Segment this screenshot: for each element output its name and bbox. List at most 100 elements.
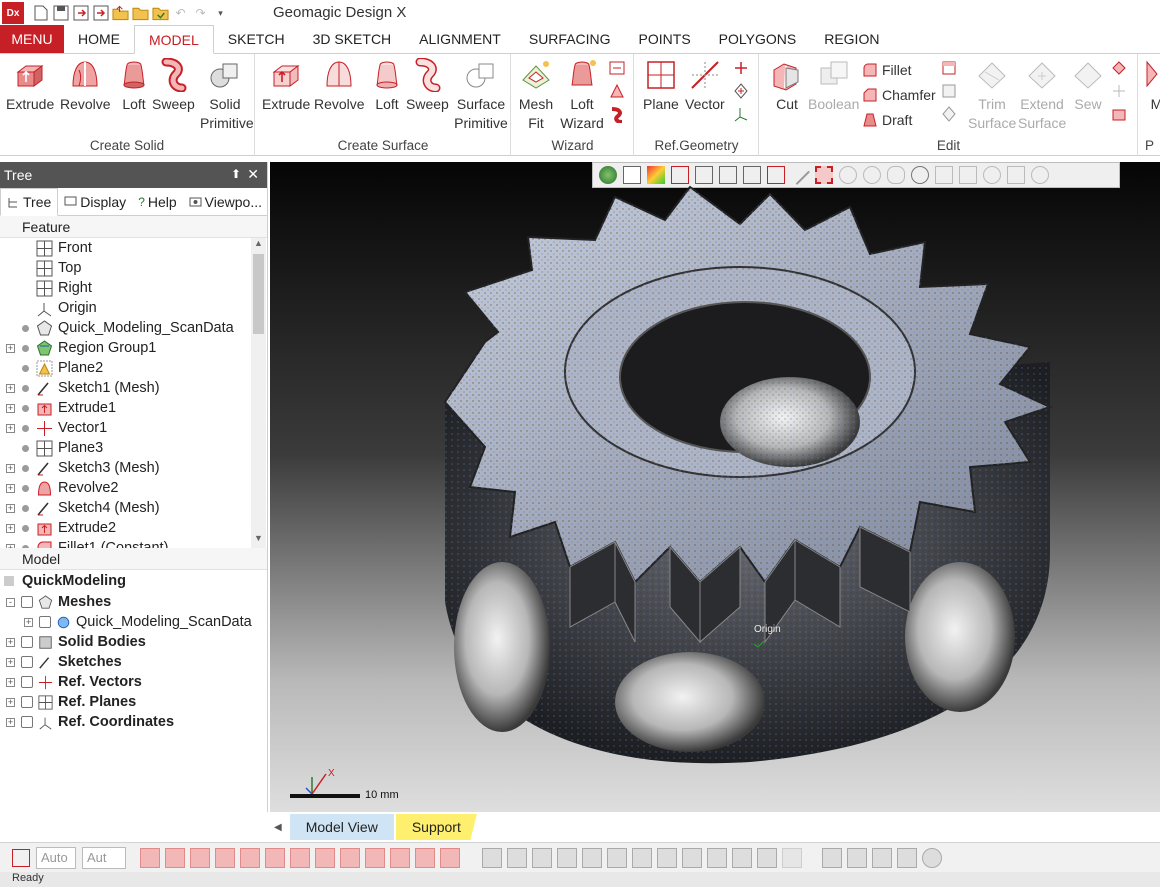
solid-loft-button[interactable]: Loft	[117, 58, 151, 114]
tab-model-view[interactable]: Model View	[289, 814, 394, 840]
expand-toggle-icon[interactable]: +	[6, 657, 15, 667]
qat-dropdown-icon[interactable]: ▾	[212, 5, 229, 22]
expand-toggle-icon[interactable]: +	[6, 717, 15, 727]
render-mesh-icon[interactable]	[507, 847, 527, 868]
show-vertices-icon[interactable]	[315, 847, 335, 868]
measure-area-icon[interactable]	[897, 847, 917, 868]
edit-small-2-icon[interactable]	[940, 82, 958, 100]
edit-small-5-icon[interactable]	[1110, 82, 1128, 100]
surface-primitive-button[interactable]: Surface Primitive	[452, 58, 510, 133]
feature-tree-item[interactable]: Top	[0, 258, 267, 278]
visibility-eye-icon[interactable]	[21, 636, 33, 648]
feature-tree-item[interactable]: Origin	[0, 298, 267, 318]
visibility-dot-icon[interactable]	[22, 324, 29, 332]
wizard-small-2-icon[interactable]	[608, 82, 626, 100]
selection-filter-1[interactable]: Auto	[36, 846, 76, 869]
surface-revolve-button[interactable]: Revolve	[314, 58, 365, 114]
tab-surfacing[interactable]: SURFACING	[515, 25, 625, 53]
model-tree-item[interactable]: + Ref. Planes	[0, 692, 267, 712]
edit-small-4-icon[interactable]	[1110, 59, 1128, 77]
model-tree-item[interactable]: + Quick_Modeling_ScanData	[0, 612, 267, 632]
edit-small-3-icon[interactable]	[940, 105, 958, 123]
tab-model[interactable]: MODEL	[134, 25, 214, 54]
extend-surface-button[interactable]: Extend Surface	[1018, 58, 1066, 133]
model-root[interactable]: QuickModeling	[0, 570, 267, 592]
measure-distance-icon[interactable]	[822, 847, 842, 868]
show-vectors-icon[interactable]	[340, 847, 360, 868]
tab-home[interactable]: HOME	[64, 25, 134, 53]
selection-filter-2[interactable]: Aut	[82, 846, 126, 869]
tab-sketch[interactable]: SKETCH	[214, 25, 299, 53]
vector-button[interactable]: Vector	[685, 58, 725, 114]
show-points-icon[interactable]	[190, 847, 210, 868]
render-shaded-icon[interactable]	[482, 847, 502, 868]
visibility-dot-icon[interactable]	[22, 504, 29, 512]
folder-save-icon[interactable]	[152, 5, 169, 22]
expand-toggle-icon[interactable]: +	[6, 677, 15, 687]
tab-alignment[interactable]: ALIGNMENT	[405, 25, 515, 53]
show-coordinates-icon[interactable]	[390, 847, 410, 868]
visibility-dot-icon[interactable]	[22, 384, 29, 392]
render-wire-icon[interactable]	[532, 847, 552, 868]
plane-button[interactable]: Plane	[643, 58, 679, 114]
render-hidden-icon[interactable]	[607, 847, 627, 868]
feature-tree-scrollbar[interactable]: ▲ ▼	[251, 238, 266, 548]
feature-tree-item[interactable]: + Sketch1 (Mesh)	[0, 378, 267, 398]
render-clip-icon[interactable]	[707, 847, 727, 868]
trim-surface-button[interactable]: Trim Surface	[968, 58, 1016, 133]
feature-tree-item[interactable]: Quick_Modeling_ScanData	[0, 318, 267, 338]
new-file-icon[interactable]	[32, 5, 49, 22]
model-tree-item[interactable]: + Sketches	[0, 652, 267, 672]
model-tree-item[interactable]: + Ref. Coordinates	[0, 712, 267, 732]
visibility-dot-icon[interactable]	[22, 464, 29, 472]
visibility-dot-icon[interactable]	[22, 424, 29, 432]
subtab-display[interactable]: Display	[58, 188, 132, 216]
show-curves-icon[interactable]	[290, 847, 310, 868]
scroll-up-icon[interactable]: ▲	[251, 238, 266, 253]
feature-tree-item[interactable]: + Extrude1	[0, 398, 267, 418]
undo-icon[interactable]: ↶	[172, 5, 189, 22]
ref-point-icon[interactable]	[732, 59, 750, 77]
render-edges-icon[interactable]	[582, 847, 602, 868]
mesh-fit-button[interactable]: Mesh Fit	[518, 58, 554, 133]
tab-region[interactable]: REGION	[810, 25, 893, 53]
loft-wizard-button[interactable]: Loft Wizard	[560, 58, 604, 133]
render-disabled-icon[interactable]	[782, 847, 802, 868]
tab-menu[interactable]: MENU	[0, 25, 64, 53]
surface-extrude-button[interactable]: Extrude	[262, 58, 310, 114]
close-icon[interactable]: ✕	[247, 166, 259, 183]
feature-tree-item[interactable]: Front	[0, 238, 267, 258]
render-section-icon[interactable]	[682, 847, 702, 868]
model-tree-item[interactable]: - Meshes	[0, 592, 267, 612]
pin-icon[interactable]: ⬆	[231, 167, 241, 181]
expand-toggle-icon[interactable]: +	[24, 617, 33, 627]
solid-primitive-button[interactable]: Solid Primitive	[200, 58, 254, 133]
feature-tree-item[interactable]: + Extrude2	[0, 518, 267, 538]
visibility-dot-icon[interactable]	[22, 444, 29, 452]
feature-tree-item[interactable]: Right	[0, 278, 267, 298]
wizard-small-1-icon[interactable]	[608, 59, 626, 77]
open-folder-icon[interactable]	[112, 5, 129, 22]
expand-toggle-icon[interactable]: +	[6, 343, 15, 353]
expand-toggle-icon[interactable]: +	[6, 483, 15, 493]
render-transparent-icon[interactable]	[632, 847, 652, 868]
model-tree-item[interactable]: + Solid Bodies	[0, 632, 267, 652]
expand-toggle-icon[interactable]: +	[6, 423, 15, 433]
feature-tree-item[interactable]: + Sketch4 (Mesh)	[0, 498, 267, 518]
solid-extrude-button[interactable]: Extrude	[6, 58, 54, 114]
folder-icon[interactable]	[132, 5, 149, 22]
scroll-down-icon[interactable]: ▼	[251, 533, 266, 548]
show-dimensions-icon[interactable]	[415, 847, 435, 868]
save-icon[interactable]	[52, 5, 69, 22]
visibility-eye-icon[interactable]	[21, 676, 33, 688]
visibility-eye-icon[interactable]	[21, 696, 33, 708]
visibility-eye-icon[interactable]	[21, 656, 33, 668]
visibility-dot-icon[interactable]	[22, 404, 29, 412]
3d-viewport[interactable]: Origin X 10 mm	[270, 162, 1160, 812]
import-icon[interactable]	[72, 5, 89, 22]
subtab-help[interactable]: ? Help	[132, 188, 182, 216]
visibility-dot-icon[interactable]	[22, 364, 29, 372]
render-flat-icon[interactable]	[557, 847, 577, 868]
measure-radius-icon[interactable]	[872, 847, 892, 868]
expand-toggle-icon[interactable]: +	[6, 637, 15, 647]
